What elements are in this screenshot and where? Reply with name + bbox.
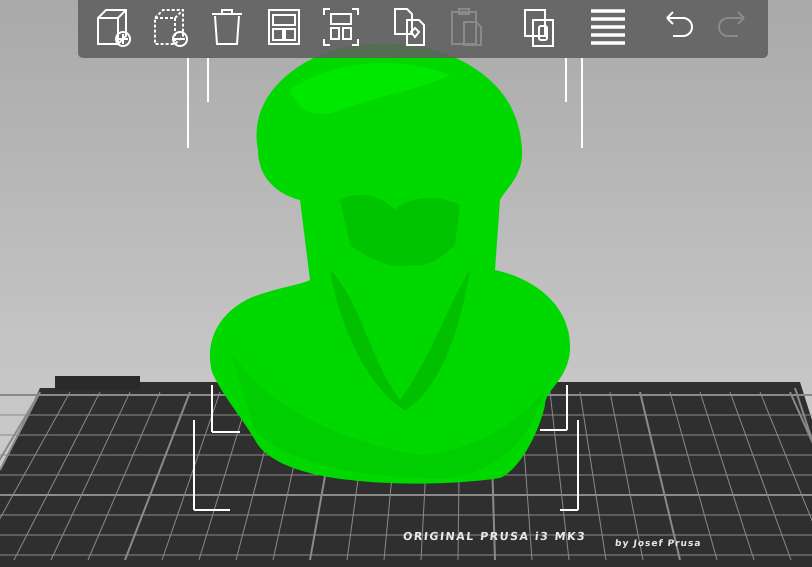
delete-all-button[interactable] [204,4,250,50]
3d-viewport[interactable] [0,0,812,567]
delete-button[interactable] [147,4,193,50]
layers-button[interactable] [585,4,631,50]
paste-button [444,4,490,50]
bed-title: ORIGINAL PRUSA i3 MK3 [402,530,587,543]
copy-icon [394,8,425,46]
delete-icon [154,9,188,47]
delete-all-icon [212,9,242,45]
arrange-button[interactable] [261,4,307,50]
undo-icon [666,11,693,37]
instances-button[interactable] [517,4,563,50]
bed-clip [55,376,140,390]
redo-icon [718,11,745,37]
arrange-selection-button[interactable] [318,4,364,50]
bed-subtitle: by Josef Prusa [614,539,702,549]
layers-icon [591,9,625,45]
undo-button[interactable] [653,4,699,50]
arrange-icon [268,9,300,45]
add-button[interactable] [90,4,136,50]
redo-button [712,4,758,50]
copy-button[interactable] [387,4,433,50]
arrange-selection-icon [323,8,359,46]
model-bust[interactable] [209,43,571,484]
paste-icon [451,8,482,46]
add-icon [97,9,131,47]
instances-icon [524,9,554,47]
